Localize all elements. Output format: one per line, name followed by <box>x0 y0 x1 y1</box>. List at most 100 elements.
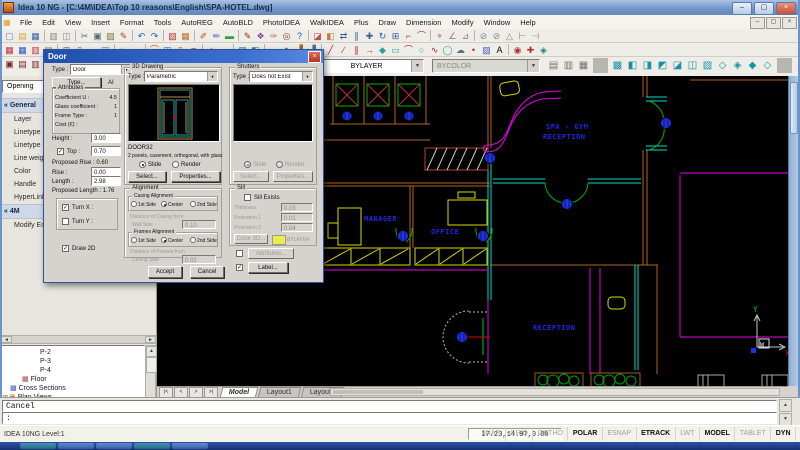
menu-edit[interactable]: Edit <box>37 16 60 29</box>
menu-autoreg[interactable]: AutoREG <box>176 16 218 29</box>
otrack-icon[interactable]: ∠ <box>446 30 459 42</box>
attributes-checkbox[interactable] <box>236 250 243 257</box>
layer-manager-icon[interactable]: ▦ <box>3 44 16 56</box>
trim-icon[interactable]: ⌐ <box>402 30 415 42</box>
taskbar-item[interactable] <box>172 443 208 449</box>
menu-autobld[interactable]: AutoBLD <box>218 16 258 29</box>
plot-preview-icon[interactable]: ▥ <box>561 58 576 73</box>
color-3d-swatch[interactable] <box>272 235 286 245</box>
tree-item-cross-sections[interactable]: ▩Cross Sections <box>1 384 144 393</box>
ortho-toggle[interactable]: ORTHO <box>533 427 568 441</box>
label-button[interactable]: Label... <box>248 262 288 273</box>
circle-icon[interactable]: ○ <box>415 44 428 56</box>
save-icon[interactable]: ▦ <box>29 30 42 42</box>
menu-draw[interactable]: Draw <box>374 16 402 29</box>
frames-1st-side-radio[interactable] <box>131 237 137 243</box>
accept-button[interactable]: Accept <box>148 266 182 278</box>
line-sample-icon[interactable]: ▬ <box>223 30 236 42</box>
menu-window[interactable]: Window <box>479 16 516 29</box>
view-ne-iso-icon[interactable]: ◆ <box>745 58 760 73</box>
mdi-close-button[interactable]: × <box>782 17 797 29</box>
shutters-render-radio[interactable] <box>276 161 283 168</box>
menu-format[interactable]: Format <box>115 16 149 29</box>
drawing-horizontal-scrollbar[interactable] <box>330 388 780 396</box>
taskbar-item[interactable] <box>20 443 56 449</box>
menu-dimension[interactable]: Dimension <box>401 16 446 29</box>
text-icon[interactable]: A <box>493 44 506 56</box>
model-toggle[interactable]: MODEL <box>700 427 735 441</box>
polyline-icon[interactable]: ∕ <box>337 44 350 56</box>
rotate-icon[interactable]: ↻ <box>376 30 389 42</box>
tree-item-floor[interactable]: ▦Floor <box>1 375 144 384</box>
mdi-minimize-button[interactable]: – <box>750 17 765 29</box>
turn-y-checkbox[interactable] <box>62 218 69 225</box>
command-history[interactable]: Cancel <box>2 400 777 412</box>
polar-toggle[interactable]: POLAR <box>568 427 603 441</box>
door-properties-button[interactable]: Properties... <box>171 171 220 182</box>
view-sw-iso-icon[interactable]: ◇ <box>715 58 730 73</box>
ducs-icon[interactable]: ⊿ <box>459 30 472 42</box>
scroll-up-icon[interactable]: ▲ <box>779 399 792 412</box>
height-field[interactable]: 3.00 <box>91 133 121 143</box>
turn-x-checkbox[interactable]: ✓ <box>62 204 69 211</box>
named-views-icon[interactable]: ▩ <box>610 58 625 73</box>
shutters-type-combo[interactable]: Does not Exist▼ <box>249 71 313 82</box>
triangle-icon[interactable]: △ <box>503 30 516 42</box>
zoom-object-icon[interactable]: ◎ <box>280 30 293 42</box>
color-3d-button[interactable]: Color 3D... <box>234 234 268 244</box>
offset-icon[interactable]: ∥ <box>350 30 363 42</box>
plot-icon[interactable]: ▤ <box>546 58 561 73</box>
fillet-icon[interactable]: ⌒ <box>415 30 428 42</box>
close-button[interactable]: × <box>776 2 796 15</box>
esnap-toggle[interactable]: ESNAP <box>603 427 637 441</box>
protrusion1-field[interactable]: 0.01 <box>281 213 313 222</box>
ellipse-icon[interactable]: ◯ <box>441 44 454 56</box>
line-icon[interactable]: ╱ <box>324 44 337 56</box>
multiline-icon[interactable]: ∥ <box>350 44 363 56</box>
dialog-close-icon[interactable]: × <box>308 51 321 63</box>
grid-left-icon[interactable]: ⊢ <box>516 30 529 42</box>
osnap-icon[interactable]: ⌖ <box>433 30 446 42</box>
view-front-icon[interactable]: ◫ <box>685 58 700 73</box>
view-right-icon[interactable]: ◪ <box>670 58 685 73</box>
etrack-toggle[interactable]: ETRACK <box>637 427 676 441</box>
casing-2nd-side-radio[interactable] <box>190 201 196 207</box>
mdi-restore-button[interactable]: ▢ <box>766 17 781 29</box>
ray-icon[interactable]: → <box>363 44 376 56</box>
menu-help[interactable]: Help <box>515 16 540 29</box>
draw-2d-checkbox[interactable]: ✓ <box>62 245 69 252</box>
view-nw-iso-icon[interactable]: ◇ <box>760 58 775 73</box>
attributes-button[interactable]: Attributes... <box>248 248 294 259</box>
shutters-select-button[interactable]: Select... <box>233 171 269 182</box>
chevron-down-icon[interactable]: ▼ <box>527 60 539 72</box>
palette-icon[interactable]: ❖ <box>254 30 267 42</box>
command-input[interactable]: : <box>2 412 777 424</box>
casing-1st-side-radio[interactable] <box>131 201 137 207</box>
top-field[interactable]: 0.70 <box>91 146 121 156</box>
cancel-button[interactable]: Cancel <box>190 266 224 278</box>
label-checkbox[interactable]: ✓ <box>236 264 243 271</box>
command-scrollbar[interactable]: ▲▼ <box>779 399 792 425</box>
orbit-icon[interactable]: ◈ <box>537 44 550 56</box>
redo-icon[interactable]: ↷ <box>148 30 161 42</box>
spline-icon[interactable]: ∿ <box>428 44 441 56</box>
thickness-field[interactable]: 0.03 <box>281 203 313 212</box>
render-radio[interactable] <box>172 161 179 168</box>
menu-view[interactable]: View <box>60 16 86 29</box>
layer-prev-icon[interactable]: ▥ <box>29 44 42 56</box>
snap-toggle[interactable]: SNAP <box>477 427 506 441</box>
layer-states-icon[interactable]: ▦ <box>16 44 29 56</box>
zoom-window-icon[interactable]: ◉ <box>511 44 524 56</box>
polygon-icon[interactable]: ◆ <box>376 44 389 56</box>
tree-item-p3[interactable]: P-3 <box>1 357 144 366</box>
revcloud-icon[interactable]: ☁ <box>454 44 467 56</box>
sheet-icon[interactable]: ▦ <box>179 30 192 42</box>
window-titlebar[interactable]: Idea 10 NG - [C:\4M\IDEA\Top 10 reasons\… <box>0 0 800 15</box>
scrollbar-thumb[interactable] <box>333 390 423 394</box>
array-icon[interactable]: ⊞ <box>389 30 402 42</box>
move-icon[interactable]: ✚ <box>363 30 376 42</box>
tree-item-p2[interactable]: P-2 <box>1 348 144 357</box>
pen-blue-icon[interactable]: ✏ <box>210 30 223 42</box>
mirror-icon[interactable]: ⇄ <box>337 30 350 42</box>
menu-modify[interactable]: Modify <box>446 16 478 29</box>
